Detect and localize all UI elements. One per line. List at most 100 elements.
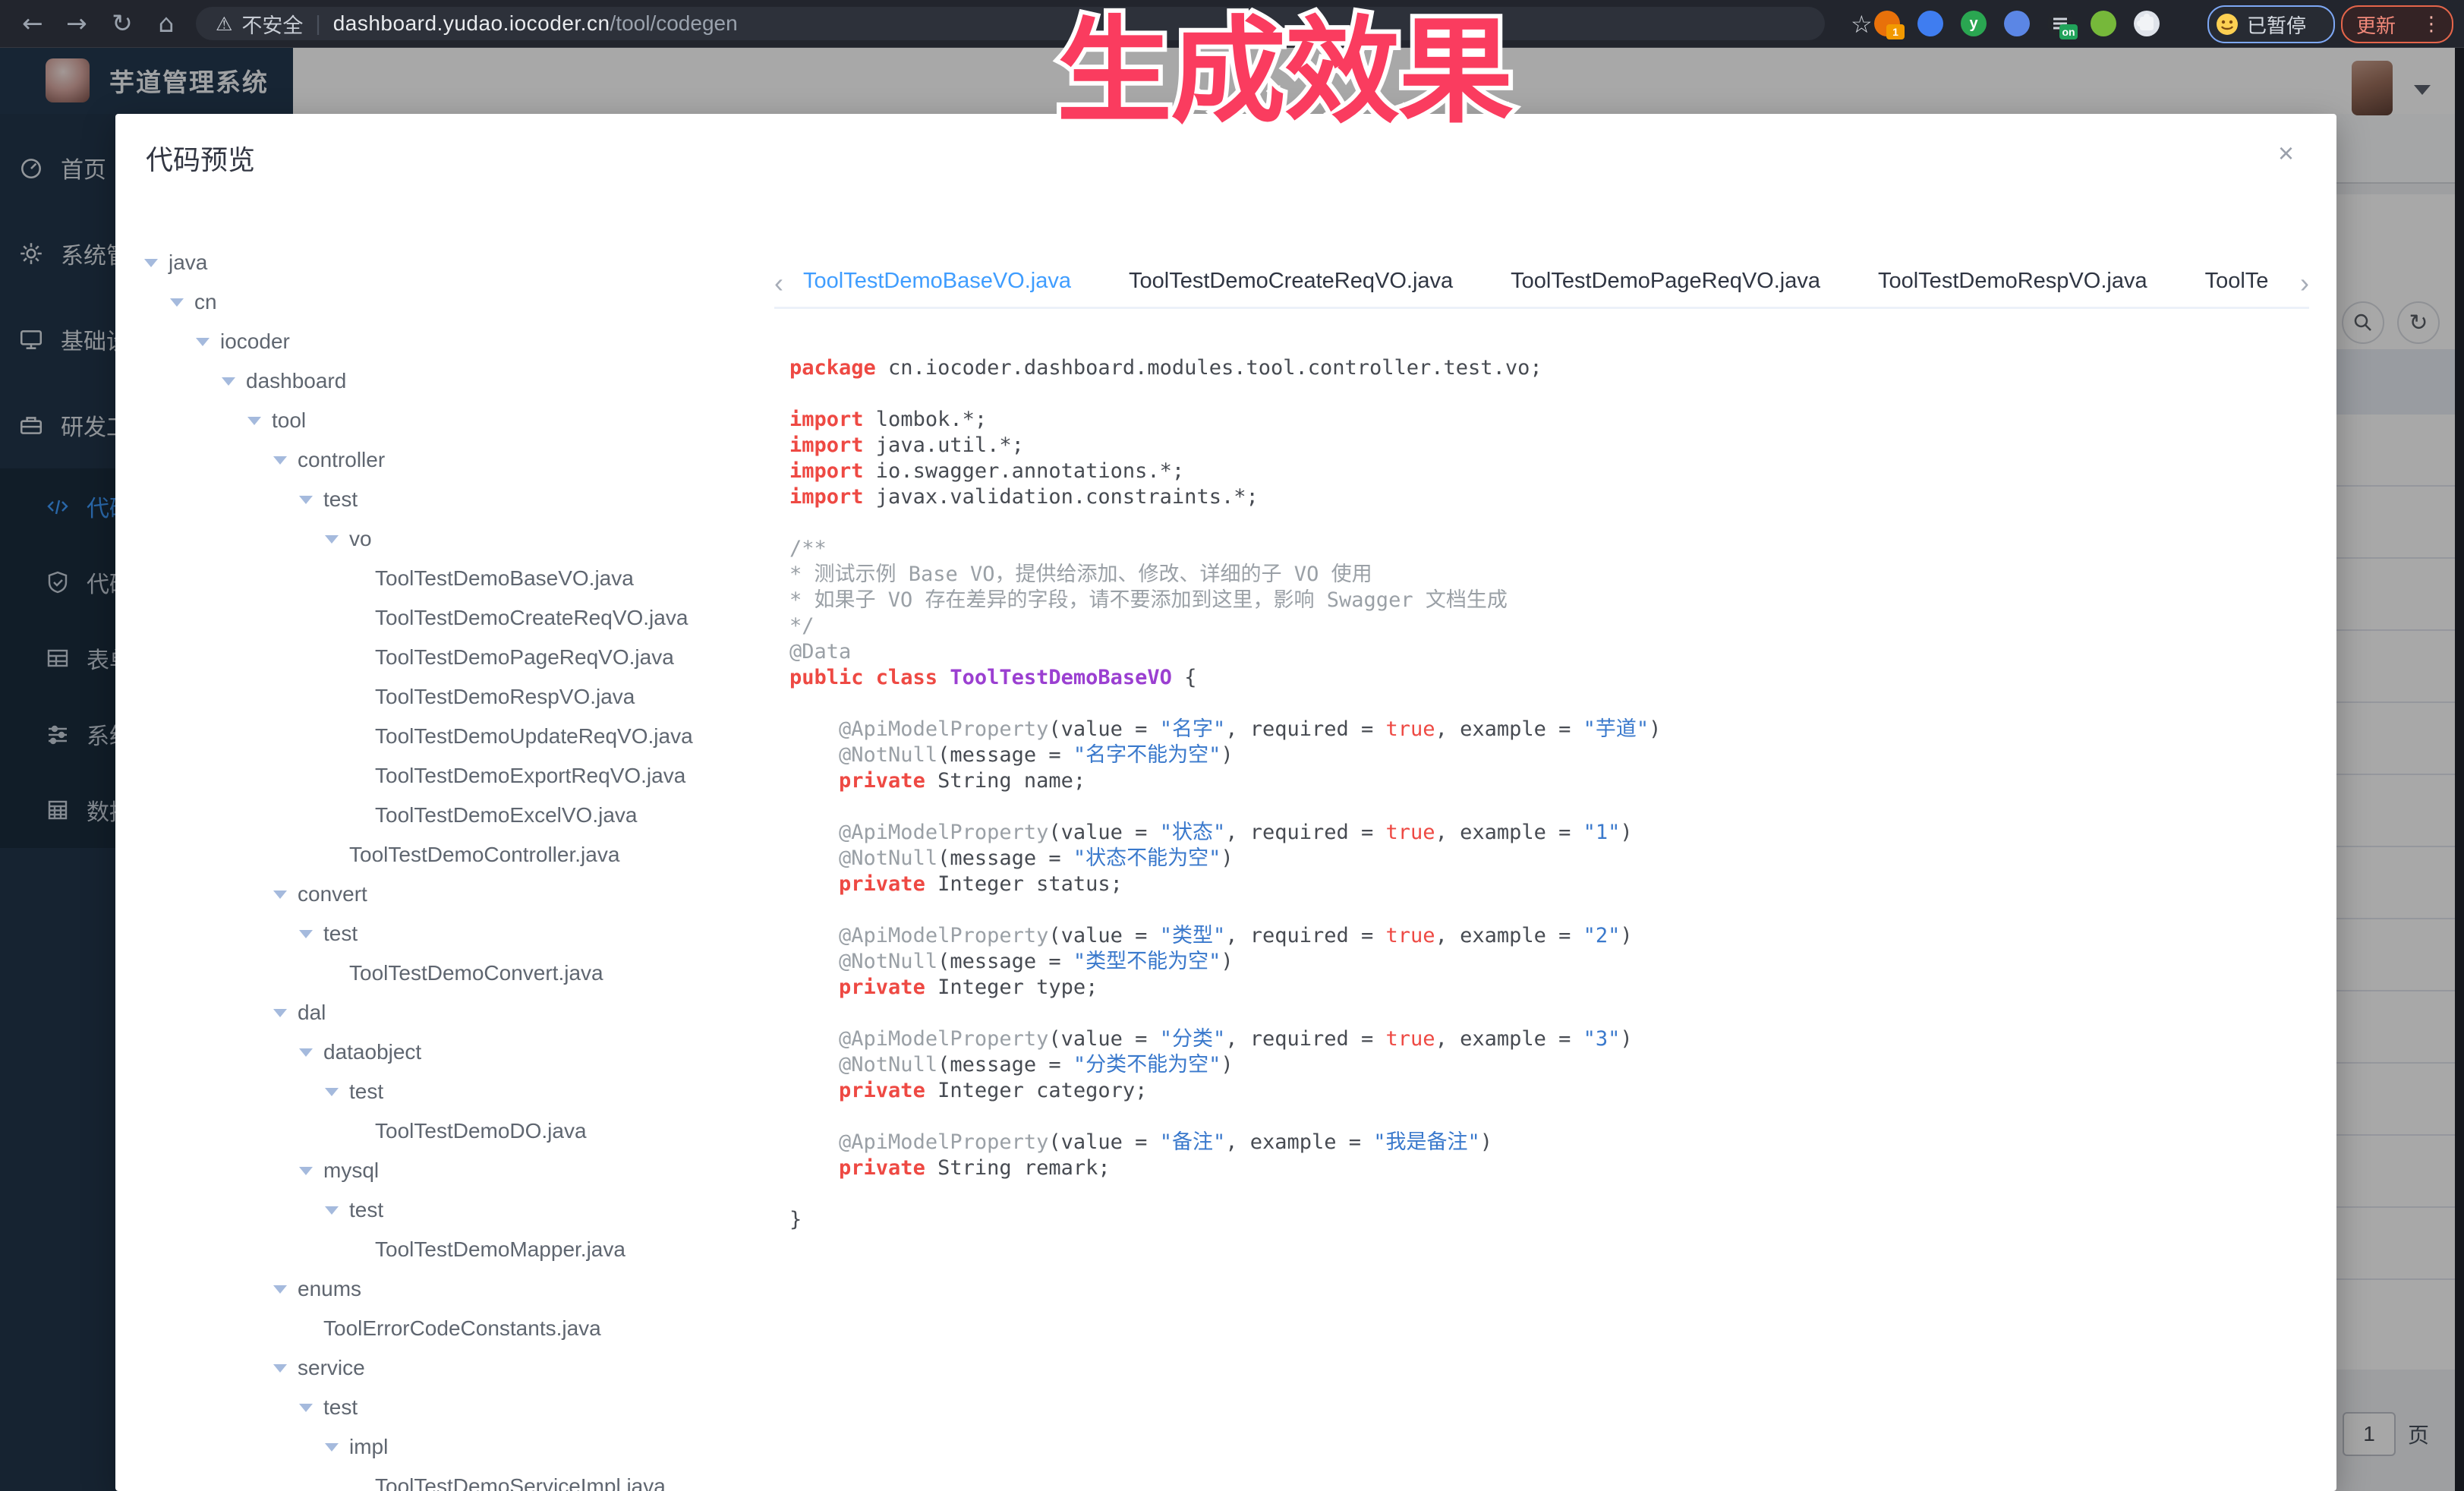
- tree-node-label: ToolTestDemoCreateReqVO.java: [375, 606, 688, 630]
- sync-extension-icon[interactable]: 1: [1874, 11, 1900, 36]
- tree-node-folder[interactable]: tool: [144, 401, 786, 440]
- code-token: "备注": [1160, 1130, 1226, 1154]
- code-token: [789, 743, 839, 767]
- tree-node-folder[interactable]: java: [144, 243, 786, 282]
- tree-node-folder[interactable]: service: [144, 1348, 786, 1388]
- code-token: , required =: [1225, 924, 1385, 947]
- home-icon[interactable]: ⌂: [144, 0, 188, 47]
- code-line: [789, 1001, 1661, 1026]
- tree-node-label: ToolTestDemoPageReqVO.java: [375, 645, 674, 670]
- code-line: }: [789, 1207, 1661, 1233]
- reload-icon[interactable]: ↻: [100, 0, 144, 47]
- tree-node-folder[interactable]: test: [144, 1190, 786, 1230]
- url-bar[interactable]: ⚠ 不安全 | dashboard.yudao.iocoder.cn /tool…: [196, 7, 1825, 40]
- tree-node-folder[interactable]: cn: [144, 282, 786, 322]
- warning-icon: ⚠: [216, 13, 232, 35]
- tree-node-file[interactable]: ToolTestDemoConvert.java: [144, 954, 786, 993]
- tree-node-folder[interactable]: enums: [144, 1269, 786, 1309]
- code-token: @ApiModelProperty: [839, 717, 1048, 741]
- caret-down-icon: [247, 417, 261, 425]
- tree-node-folder[interactable]: test: [144, 480, 786, 519]
- tree-node-folder[interactable]: controller: [144, 440, 786, 480]
- back-icon[interactable]: ←: [11, 0, 55, 47]
- tree-node-folder[interactable]: mysql: [144, 1151, 786, 1190]
- tab-file-4[interactable]: ToolTe: [2205, 263, 2269, 307]
- bookmark-star-icon[interactable]: ☆: [1851, 10, 1873, 39]
- tree-node-folder[interactable]: dal: [144, 993, 786, 1032]
- tree-node-file[interactable]: ToolTestDemoController.java: [144, 835, 786, 875]
- tree-node-label: ToolTestDemoExcelVO.java: [375, 803, 637, 827]
- window-scrollbar[interactable]: [2455, 47, 2464, 1491]
- caret-down-icon: [299, 1048, 313, 1057]
- code-line: private Integer category;: [789, 1078, 1661, 1104]
- caret-down-icon: [273, 891, 287, 899]
- tree-node-file[interactable]: ToolTestDemoRespVO.java: [144, 677, 786, 717]
- puzzle-extension-icon[interactable]: [2134, 11, 2160, 36]
- code-token: "状态不能为空": [1073, 846, 1221, 870]
- annotation-text: 生成效果 生成效果: [1057, 12, 1512, 134]
- update-chip[interactable]: 更新 ⋮: [2341, 5, 2453, 43]
- code-token: , required =: [1225, 821, 1385, 844]
- paused-chip[interactable]: 已暂停: [2207, 5, 2335, 43]
- gem-extension-icon[interactable]: [1917, 11, 1943, 36]
- tree-node-folder[interactable]: test: [144, 1388, 786, 1427]
- tree-node-file[interactable]: ToolTestDemoDO.java: [144, 1111, 786, 1151]
- tree-node-file[interactable]: ToolTestDemoServiceImpl.java: [144, 1467, 786, 1491]
- annotation-text-fill: 生成效果: [1057, 8, 1512, 137]
- code-line: private String remark;: [789, 1155, 1661, 1181]
- tree-node-file[interactable]: ToolTestDemoBaseVO.java: [144, 559, 786, 598]
- code-token: true: [1386, 1027, 1435, 1051]
- code-token: {: [1172, 666, 1197, 689]
- forward-icon[interactable]: →: [55, 0, 99, 47]
- code-token: String remark;: [925, 1156, 1111, 1180]
- tree-node-folder[interactable]: iocoder: [144, 322, 786, 361]
- extension-letter: y: [1961, 11, 1987, 36]
- code-token: "1": [1583, 821, 1621, 844]
- tree-node-file[interactable]: ToolTestDemoPageReqVO.java: [144, 638, 786, 677]
- leaf-extension-icon[interactable]: [2091, 11, 2116, 36]
- tab-next-icon[interactable]: ›: [2300, 267, 2309, 299]
- tree-node-label: convert: [298, 882, 367, 906]
- browser-menu-icon[interactable]: ⋮: [2421, 13, 2441, 36]
- tree-node-folder[interactable]: impl: [144, 1427, 786, 1467]
- code-preview-dialog: 代码预览 × javacniocoderdashboardtoolcontrol…: [115, 114, 2336, 1491]
- code-line: import io.swagger.annotations.*;: [789, 459, 1661, 484]
- code-viewer[interactable]: package cn.iocoder.dashboard.modules.too…: [789, 355, 1661, 1233]
- tab-file-3[interactable]: ToolTestDemoRespVO.java: [1878, 263, 2147, 307]
- tab-file-0[interactable]: ToolTestDemoBaseVO.java: [803, 263, 1071, 307]
- code-token: public class: [789, 666, 937, 689]
- green-y-extension-icon[interactable]: y: [1961, 11, 1987, 36]
- code-line: @Data: [789, 639, 1661, 665]
- blue-squares-extension-icon[interactable]: [2004, 11, 2030, 36]
- tree-node-folder[interactable]: convert: [144, 875, 786, 914]
- code-line: @ApiModelProperty(value = "分类", required…: [789, 1026, 1661, 1052]
- tab-file-1[interactable]: ToolTestDemoCreateReqVO.java: [1129, 263, 1453, 307]
- tree-node-file[interactable]: ToolErrorCodeConstants.java: [144, 1309, 786, 1348]
- tab-file-2[interactable]: ToolTestDemoPageReqVO.java: [1511, 263, 1820, 307]
- security-label[interactable]: 不安全: [241, 9, 303, 39]
- caret-down-icon: [170, 298, 184, 307]
- code-token: "我是备注": [1373, 1130, 1480, 1154]
- tree-node-folder[interactable]: dataobject: [144, 1032, 786, 1072]
- tree-node-folder[interactable]: dashboard: [144, 361, 786, 401]
- tab-prev-icon[interactable]: ‹: [774, 267, 783, 299]
- tree-node-label: service: [298, 1356, 365, 1380]
- tree-node-file[interactable]: ToolTestDemoExportReqVO.java: [144, 756, 786, 796]
- tree-node-file[interactable]: ToolTestDemoCreateReqVO.java: [144, 598, 786, 638]
- code-token: , example =: [1435, 1027, 1583, 1051]
- tree-node-folder[interactable]: test: [144, 1072, 786, 1111]
- tree-node-folder[interactable]: vo: [144, 519, 786, 559]
- dark-on-extension-icon[interactable]: on: [2047, 11, 2073, 36]
- tree-node-folder[interactable]: test: [144, 914, 786, 954]
- tree-node-file[interactable]: ToolTestDemoExcelVO.java: [144, 796, 786, 835]
- url-host[interactable]: dashboard.yudao.iocoder.cn: [333, 11, 610, 36]
- tree-node-file[interactable]: ToolTestDemoUpdateReqVO.java: [144, 717, 786, 756]
- code-token: [789, 1156, 839, 1180]
- url-path[interactable]: /tool/codegen: [610, 11, 738, 36]
- tree-node-file[interactable]: ToolTestDemoMapper.java: [144, 1230, 786, 1269]
- code-line: [789, 1181, 1661, 1207]
- tree-node-label: test: [349, 1080, 383, 1104]
- caret-down-icon: [299, 1404, 313, 1412]
- close-icon[interactable]: ×: [2278, 140, 2294, 167]
- code-line: import java.util.*;: [789, 433, 1661, 459]
